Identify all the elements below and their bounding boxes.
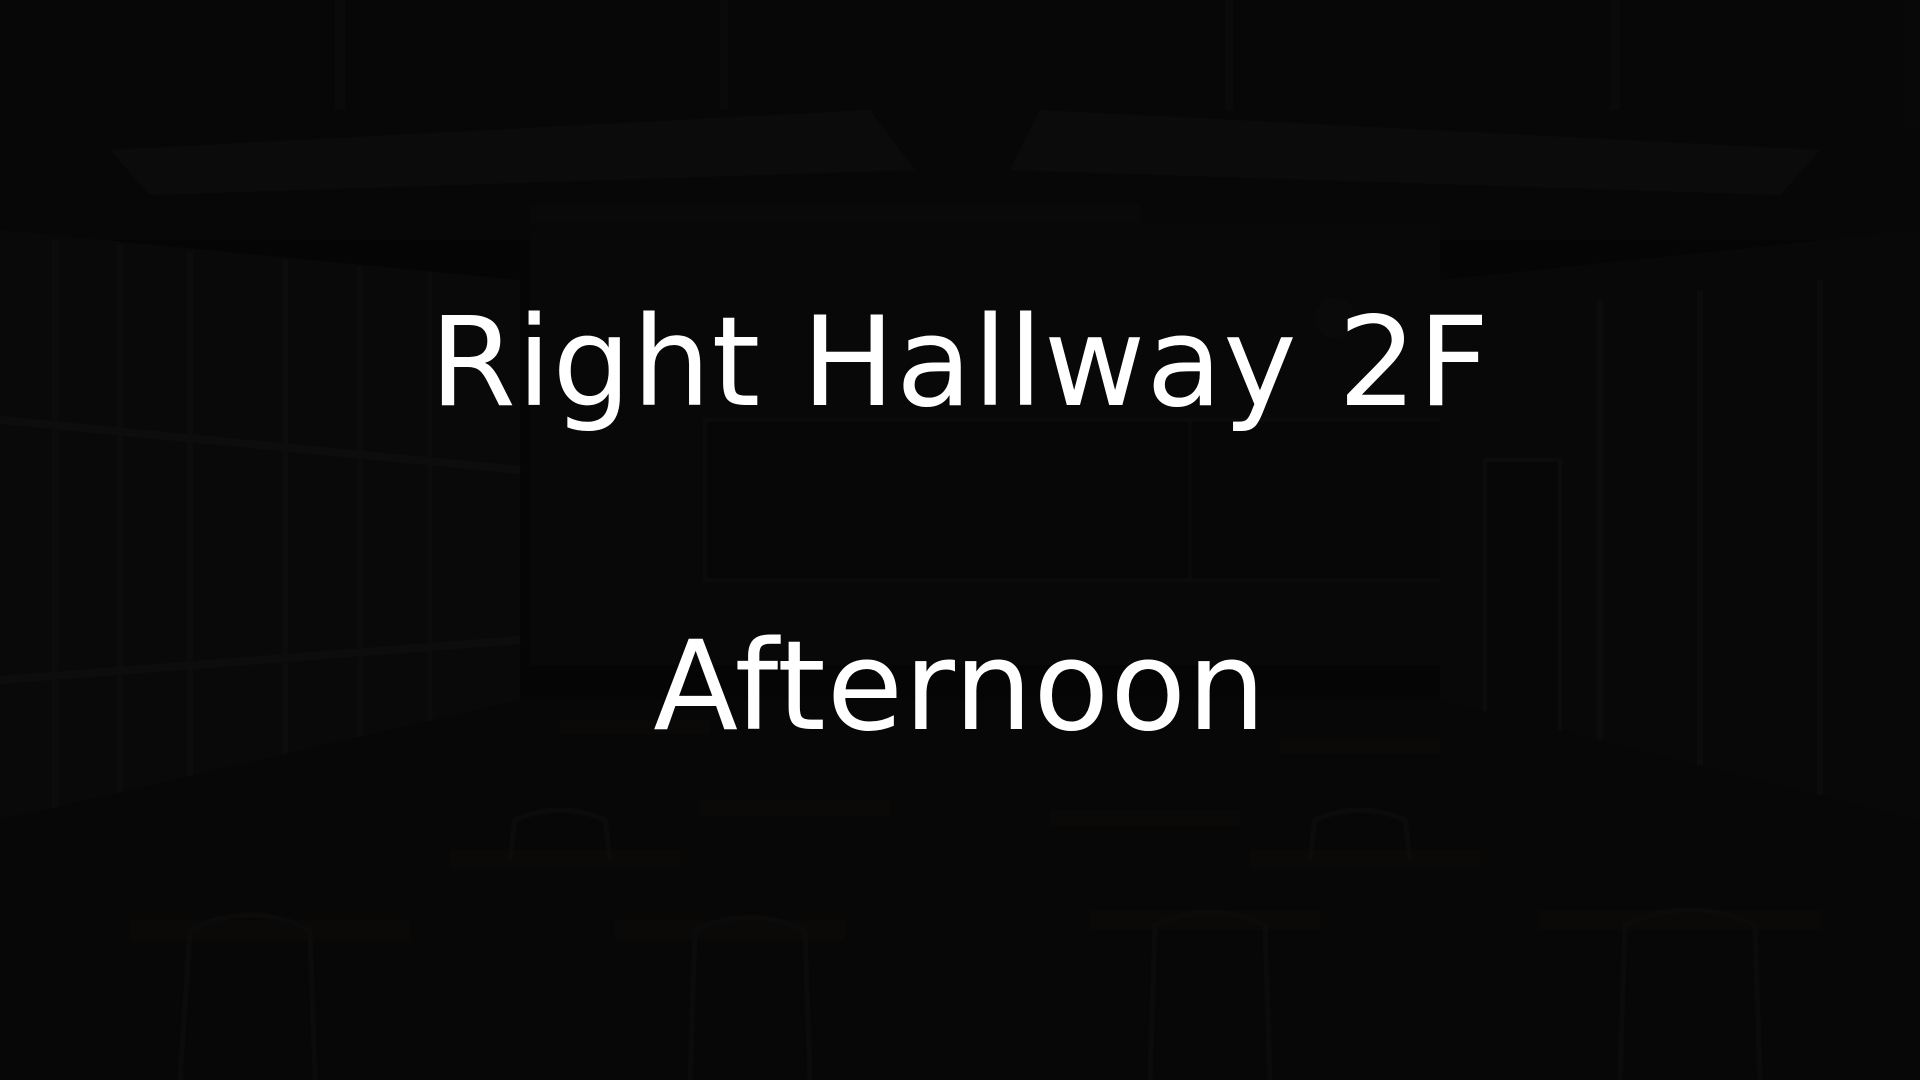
scene-transition-screen[interactable]: Right Hallway 2F Afternoon [0, 0, 1920, 1080]
scene-title-card: Right Hallway 2F Afternoon [0, 0, 1920, 1080]
location-label: Right Hallway 2F [429, 291, 1491, 435]
time-of-day-label: Afternoon [653, 615, 1267, 759]
